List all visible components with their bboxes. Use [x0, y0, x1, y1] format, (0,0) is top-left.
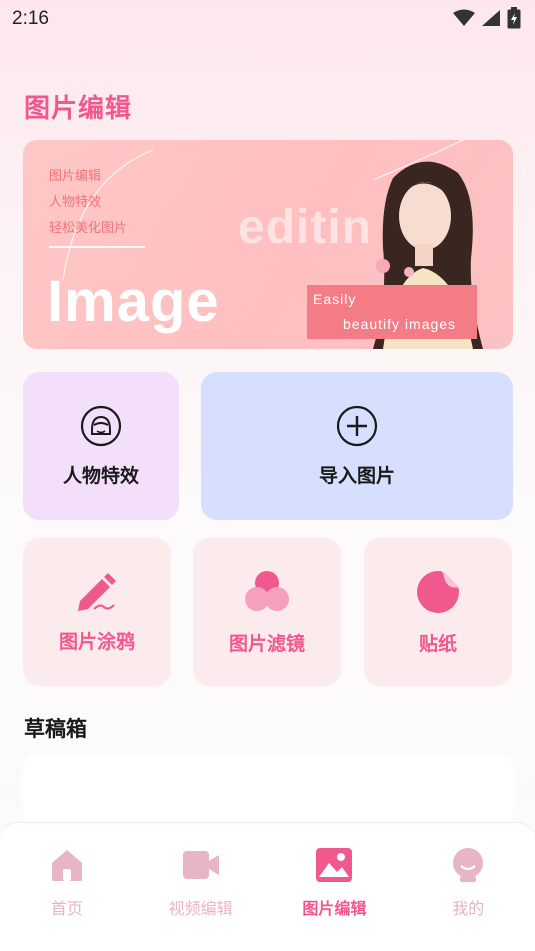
filter-label: 图片滤镜 — [228, 632, 305, 655]
face-icon — [80, 405, 122, 446]
doodle-label: 图片涂鸦 — [58, 630, 135, 653]
tab-video-edit[interactable]: 视频编辑 — [134, 823, 268, 951]
tab-profile-label: 我的 — [452, 899, 485, 918]
doodle-card[interactable]: 图片涂鸦 — [23, 538, 171, 686]
home-icon — [51, 850, 82, 881]
banner-big-text: Image — [47, 269, 220, 334]
banner-tag: Easily beautify images — [307, 285, 477, 339]
sticker-label: 贴纸 — [418, 632, 457, 655]
banner-tag-line1: Easily — [313, 291, 357, 307]
person-effects-label: 人物特效 — [62, 464, 139, 487]
filter-card[interactable]: 图片滤镜 — [193, 538, 341, 686]
sticker-card[interactable]: 贴纸 — [364, 538, 512, 686]
promo-banner[interactable]: 图片编辑 人物特效 轻松美化图片 editin Image Easily bea… — [23, 140, 513, 349]
tab-image-edit-label: 图片编辑 — [302, 899, 367, 918]
banner-faint-text: editin — [238, 201, 372, 254]
banner-line: 人物特效 — [49, 195, 102, 210]
import-image-label: 导入图片 — [318, 464, 395, 487]
person-effects-card[interactable]: 人物特效 — [23, 372, 179, 520]
video-icon — [182, 851, 219, 879]
profile-icon — [453, 848, 484, 882]
plus-circle-icon — [336, 405, 378, 446]
banner-line: 图片编辑 — [49, 169, 102, 184]
filter-circles-icon — [245, 570, 289, 611]
tab-home-label: 首页 — [50, 899, 83, 918]
drafts-title: 草稿箱 — [24, 717, 87, 741]
banner-text-lines: 图片编辑 人物特效 轻松美化图片 — [49, 164, 145, 248]
wifi-icon — [453, 9, 475, 26]
import-image-card[interactable]: 导入图片 — [201, 372, 513, 520]
banner-underline — [49, 246, 145, 248]
tab-image-edit[interactable]: 图片编辑 — [268, 823, 402, 951]
banner-tag-line2: beautify images — [343, 316, 457, 332]
tab-video-edit-label: 视频编辑 — [168, 899, 233, 918]
tab-profile[interactable]: 我的 — [401, 823, 535, 951]
status-icons — [453, 7, 521, 29]
pencil-icon — [78, 572, 116, 611]
image-icon — [316, 848, 353, 882]
tab-home[interactable]: 首页 — [0, 823, 134, 951]
signal-icon — [482, 10, 500, 26]
sticker-icon — [417, 570, 459, 613]
bottom-tab-bar: 首页 视频编辑 图片编辑 我的 — [0, 822, 535, 951]
page-title: 图片编辑 — [24, 94, 133, 124]
status-bar: 2:16 — [0, 0, 535, 36]
banner-line: 轻松美化图片 — [49, 221, 128, 236]
status-time: 2:16 — [12, 8, 49, 29]
battery-icon — [507, 7, 521, 29]
